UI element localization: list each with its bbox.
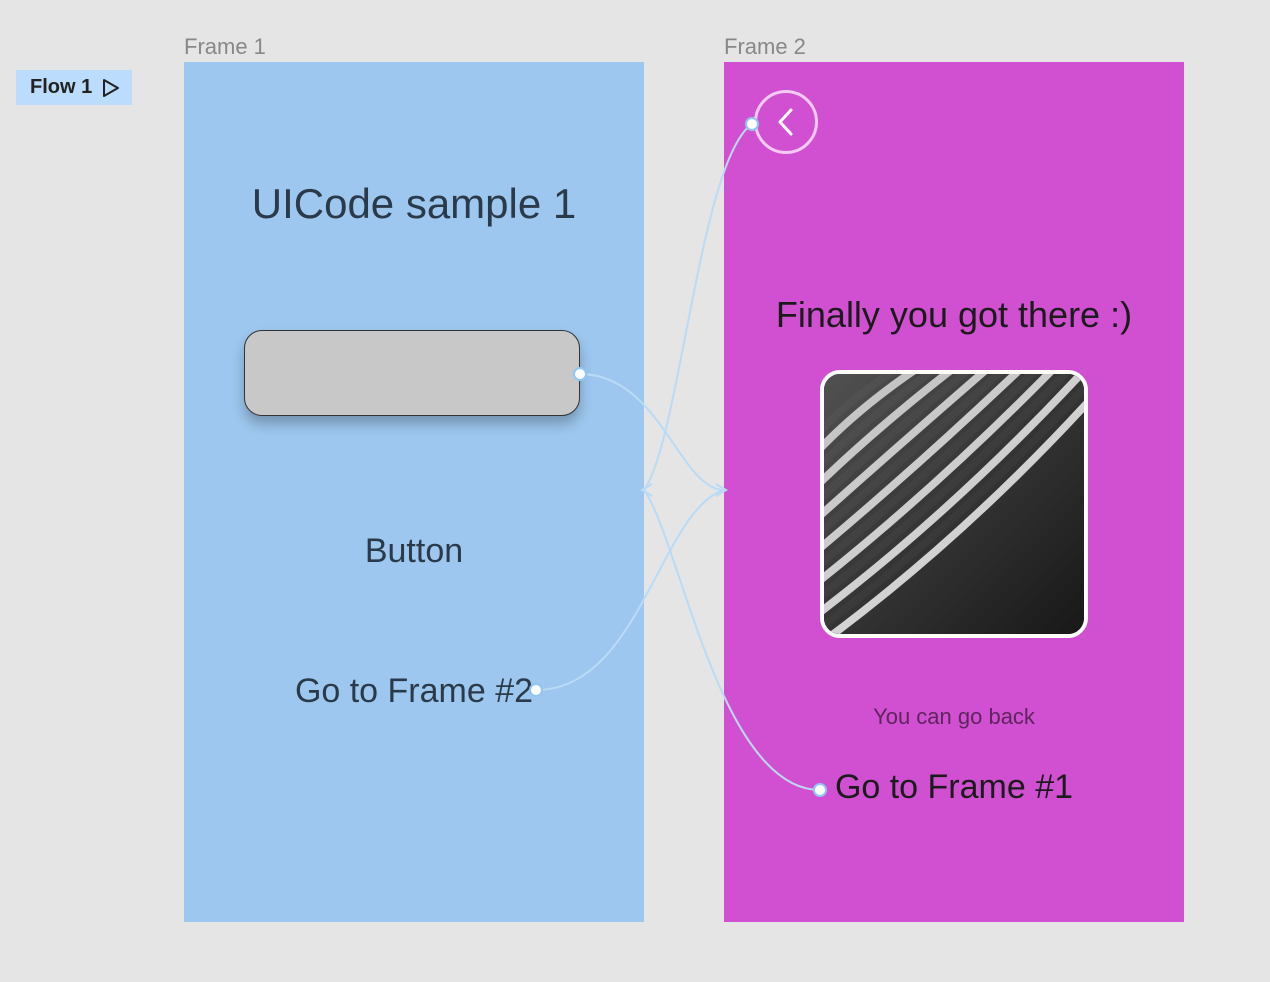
frame2-image[interactable]: [820, 370, 1088, 638]
play-icon[interactable]: [102, 78, 120, 98]
frame1-title[interactable]: UICode sample 1: [184, 180, 644, 228]
connection-node[interactable]: [745, 117, 759, 131]
frame-1[interactable]: UICode sample 1 Button Go to Frame #2: [184, 62, 644, 922]
connection-node[interactable]: [813, 783, 827, 797]
frame-label-1[interactable]: Frame 1: [184, 34, 266, 60]
frame2-goto-link[interactable]: Go to Frame #1: [724, 768, 1184, 807]
connection-node[interactable]: [529, 683, 543, 697]
sample-button-rect[interactable]: [244, 330, 580, 416]
frame-label-2[interactable]: Frame 2: [724, 34, 806, 60]
frame2-caption[interactable]: You can go back: [724, 704, 1184, 730]
flow-badge[interactable]: Flow 1: [16, 70, 132, 105]
design-canvas[interactable]: Flow 1 Frame 1 Frame 2 UICode sample 1 B…: [0, 0, 1270, 982]
frame-2[interactable]: Finally you got there :): [724, 62, 1184, 922]
frame2-title[interactable]: Finally you got there :): [724, 294, 1184, 336]
chevron-left-icon: [775, 107, 797, 137]
flow-label: Flow 1: [30, 76, 92, 99]
back-button[interactable]: [754, 90, 818, 154]
connection-node[interactable]: [573, 367, 587, 381]
frame1-button-label[interactable]: Button: [184, 532, 644, 571]
frame1-goto-link[interactable]: Go to Frame #2: [184, 672, 644, 711]
